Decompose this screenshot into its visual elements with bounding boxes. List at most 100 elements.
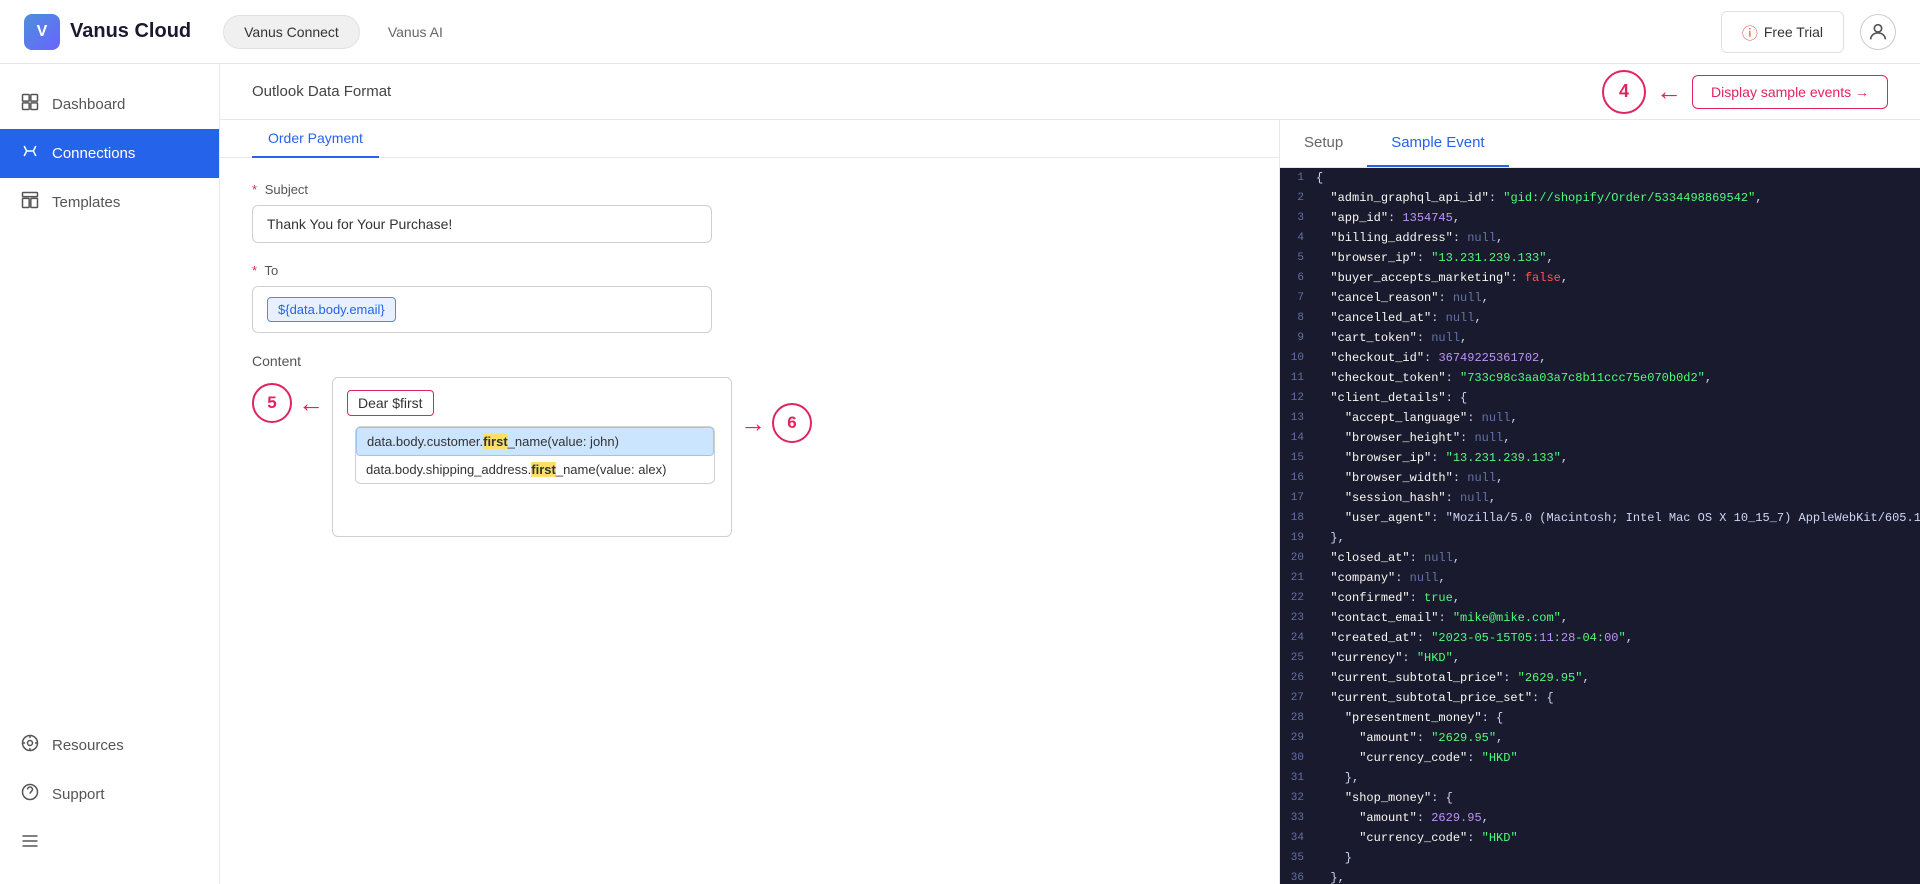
- instruction-bar: Outlook Data Format 4 ← Display sample e…: [220, 64, 1920, 120]
- sidebar: Dashboard Connections Templates: [0, 64, 220, 884]
- json-line: 24 "created_at": "2023-05-15T05:11:28-04…: [1280, 628, 1920, 648]
- subject-label: * Subject: [252, 182, 1247, 197]
- nav-right: ⓘ Free Trial: [1721, 11, 1896, 53]
- free-trial-label: Free Trial: [1764, 24, 1823, 40]
- logo: V Vanus Cloud: [24, 14, 191, 50]
- app-title: Vanus Cloud: [70, 20, 191, 43]
- required-marker: *: [252, 182, 257, 197]
- sidebar-item-menu[interactable]: [0, 819, 219, 868]
- vanus-ai-btn[interactable]: Vanus AI: [368, 15, 463, 49]
- json-line: 10 "checkout_id": 36749225361702,: [1280, 348, 1920, 368]
- json-line: 5 "browser_ip": "13.231.239.133",: [1280, 248, 1920, 268]
- content-label: Content: [252, 353, 1247, 369]
- panel-header: Outlook Data Format: [252, 83, 391, 100]
- sidebar-item-label: Connections: [52, 145, 135, 162]
- json-line: 7 "cancel_reason": null,: [1280, 288, 1920, 308]
- json-line: 6 "buyer_accepts_marketing": false,: [1280, 268, 1920, 288]
- json-line: 18 "user_agent": "Mozilla/5.0 (Macintosh…: [1280, 508, 1920, 528]
- display-sample-events-button[interactable]: Display sample events →: [1692, 75, 1888, 109]
- json-line: 26 "current_subtotal_price": "2629.95",: [1280, 668, 1920, 688]
- autocomplete-dropdown: data.body.customer.first_name(value: joh…: [355, 426, 715, 484]
- content-box: Dear $first data.body.customer.first_nam…: [332, 377, 732, 537]
- json-line: 9 "cart_token": null,: [1280, 328, 1920, 348]
- sidebar-item-templates[interactable]: Templates: [0, 178, 219, 227]
- subject-field: * Subject: [252, 182, 1247, 243]
- json-line: 13 "accept_language": null,: [1280, 408, 1920, 428]
- dear-line: Dear $first: [347, 390, 717, 416]
- data-format-label: Outlook Data Format: [252, 83, 391, 100]
- json-line: 29 "amount": "2629.95",: [1280, 728, 1920, 748]
- sidebar-item-dashboard[interactable]: Dashboard: [0, 80, 219, 129]
- json-line: 4 "billing_address": null,: [1280, 228, 1920, 248]
- json-line: 25 "currency": "HKD",: [1280, 648, 1920, 668]
- json-line: 11 "checkout_token": "733c98c3aa03a7c8b1…: [1280, 368, 1920, 388]
- arrow-left-icon: ←: [1656, 76, 1682, 107]
- dear-text[interactable]: Dear $first: [347, 390, 434, 416]
- logo-icon: V: [24, 14, 60, 50]
- to-field: * To ${data.body.email}: [252, 263, 1247, 333]
- json-line: 16 "browser_width": null,: [1280, 468, 1920, 488]
- autocomplete-item-2[interactable]: data.body.shipping_address.first_name(va…: [356, 456, 714, 483]
- support-icon: [20, 782, 40, 807]
- left-panel: Order Payment * Subject *: [220, 120, 1280, 884]
- json-line: 22 "confirmed": true,: [1280, 588, 1920, 608]
- tab-order-payment[interactable]: Order Payment: [252, 120, 379, 158]
- json-line: 17 "session_hash": null,: [1280, 488, 1920, 508]
- json-line: 36 },: [1280, 868, 1920, 884]
- arrow6-right-icon: →: [740, 408, 766, 439]
- json-line: 34 "currency_code": "HKD": [1280, 828, 1920, 848]
- json-line: 3 "app_id": 1354745,: [1280, 208, 1920, 228]
- sidebar-item-support[interactable]: Support: [0, 770, 219, 819]
- sidebar-item-connections[interactable]: Connections: [0, 129, 219, 178]
- vanus-connect-btn[interactable]: Vanus Connect: [223, 15, 360, 49]
- json-line: 19 },: [1280, 528, 1920, 548]
- right-panel-tabs: Setup Sample Event: [1280, 120, 1920, 168]
- json-line: 8 "cancelled_at": null,: [1280, 308, 1920, 328]
- right-panel: Setup Sample Event 1{2 "admin_graphql_ap…: [1280, 120, 1920, 884]
- json-line: 14 "browser_height": null,: [1280, 428, 1920, 448]
- two-panels: Order Payment * Subject *: [220, 120, 1920, 884]
- json-line: 35 }: [1280, 848, 1920, 868]
- json-line: 15 "browser_ip": "13.231.239.133",: [1280, 448, 1920, 468]
- sidebar-item-label: Resources: [52, 737, 124, 754]
- step6-badge: 6: [772, 403, 812, 443]
- json-line: 20 "closed_at": null,: [1280, 548, 1920, 568]
- tab-sample-event[interactable]: Sample Event: [1367, 120, 1508, 167]
- json-line: 33 "amount": 2629.95,: [1280, 808, 1920, 828]
- form-section: * Subject * To ${data.body.email}: [220, 158, 1279, 581]
- sidebar-item-label: Dashboard: [52, 96, 125, 113]
- sidebar-item-label: Support: [52, 786, 105, 803]
- menu-icon: [20, 831, 40, 856]
- required-marker: *: [252, 263, 257, 278]
- nav-buttons: Vanus Connect Vanus AI: [223, 15, 463, 49]
- templates-icon: [20, 190, 40, 215]
- json-line: 32 "shop_money": {: [1280, 788, 1920, 808]
- json-line: 12 "client_details": {: [1280, 388, 1920, 408]
- step4-annotation: 4 ← Display sample events →: [1602, 70, 1888, 114]
- to-tag[interactable]: ${data.body.email}: [267, 297, 396, 322]
- connections-icon: [20, 141, 40, 166]
- dashboard-icon: [20, 92, 40, 117]
- resources-icon: [20, 733, 40, 758]
- sidebar-item-resources[interactable]: Resources: [0, 721, 219, 770]
- autocomplete-item-1[interactable]: data.body.customer.first_name(value: joh…: [356, 427, 714, 456]
- json-line: 23 "contact_email": "mike@mike.com",: [1280, 608, 1920, 628]
- sidebar-item-label: Templates: [52, 194, 120, 211]
- json-line: 2 "admin_graphql_api_id": "gid://shopify…: [1280, 188, 1920, 208]
- json-view: 1{2 "admin_graphql_api_id": "gid://shopi…: [1280, 168, 1920, 884]
- json-line: 28 "presentment_money": {: [1280, 708, 1920, 728]
- user-avatar[interactable]: [1860, 14, 1896, 50]
- warning-icon: ⓘ: [1742, 20, 1758, 44]
- display-sample-label: Display sample events →: [1711, 84, 1869, 100]
- main-layout: Dashboard Connections Templates: [0, 64, 1920, 884]
- free-trial-button[interactable]: ⓘ Free Trial: [1721, 11, 1844, 53]
- json-line: 1{: [1280, 168, 1920, 188]
- step5-badge: 5: [252, 383, 292, 423]
- content-area: Outlook Data Format 4 ← Display sample e…: [220, 64, 1920, 884]
- step4-badge: 4: [1602, 70, 1646, 114]
- to-label: * To: [252, 263, 1247, 278]
- json-line: 30 "currency_code": "HKD": [1280, 748, 1920, 768]
- tab-setup[interactable]: Setup: [1280, 120, 1367, 167]
- arrow5-left-icon: ←: [298, 388, 324, 419]
- subject-input[interactable]: [252, 205, 712, 243]
